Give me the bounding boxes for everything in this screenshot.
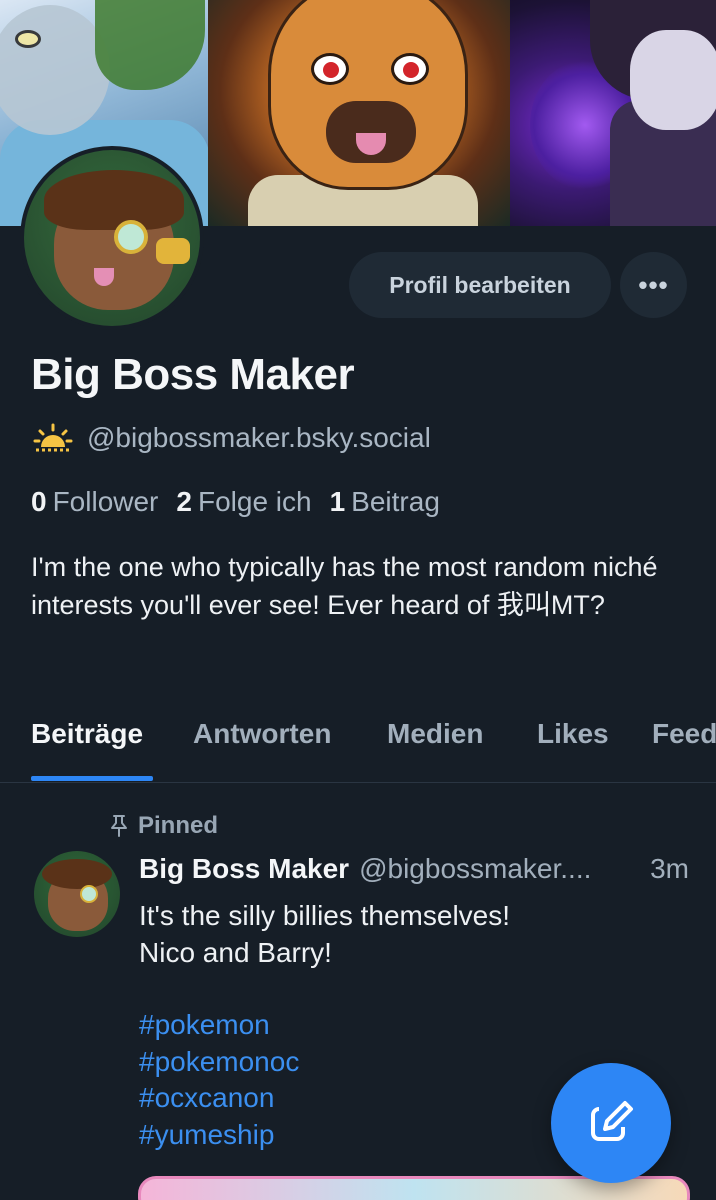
profile-avatar[interactable]: [20, 146, 204, 330]
profile-bio: I'm the one who typically has the most r…: [31, 552, 658, 620]
post-author-handle[interactable]: @bigbossmaker....: [359, 853, 591, 885]
pinned-text: Pinned: [138, 812, 219, 839]
tab-likes[interactable]: Likes: [537, 718, 609, 750]
pinned-label: Pinned: [108, 812, 218, 840]
posts-count: 1: [329, 486, 346, 517]
following-label: Folge ich: [197, 486, 312, 517]
followers-stat[interactable]: 0 Follower: [31, 486, 158, 518]
edit-profile-button[interactable]: Profil bearbeiten: [349, 252, 611, 318]
profile-stats: 0 Follower 2 Folge ich 1 Beitrag: [31, 486, 440, 518]
tab-replies[interactable]: Antworten: [193, 718, 331, 750]
hashtag-link[interactable]: #pokemon: [139, 1007, 679, 1044]
post-author-name[interactable]: Big Boss Maker: [139, 853, 349, 885]
post-line-2: Nico and Barry!: [139, 936, 332, 968]
banner-art-panel-3: [510, 0, 716, 226]
following-count: 2: [176, 486, 192, 517]
active-tab-indicator: [31, 776, 153, 781]
followers-count: 0: [31, 486, 47, 517]
profile-handle: @bigbossmaker.bsky.social: [87, 422, 431, 453]
posts-label: Beitrag: [351, 486, 440, 517]
tab-posts[interactable]: Beiträge: [31, 718, 143, 750]
post-author-avatar[interactable]: [34, 851, 120, 937]
following-stat[interactable]: 2 Folge ich: [176, 486, 311, 518]
compose-icon: [585, 1097, 637, 1149]
banner-art-panel-2: [208, 0, 510, 226]
sun-icon: [33, 423, 73, 453]
posts-stat: 1 Beitrag: [330, 486, 440, 518]
profile-tabs: Beiträge Antworten Medien Likes Feeds: [0, 712, 716, 783]
more-options-button[interactable]: •••: [620, 252, 687, 318]
post-timestamp[interactable]: 3m: [650, 853, 689, 885]
handle-row: @bigbossmaker.bsky.social: [33, 422, 431, 454]
more-dots-icon: •••: [638, 269, 669, 300]
compose-post-button[interactable]: [551, 1063, 671, 1183]
pin-icon: [108, 814, 130, 838]
followers-label: Follower: [52, 486, 159, 517]
profile-display-name: Big Boss Maker: [31, 350, 355, 399]
tab-media[interactable]: Medien: [387, 718, 483, 750]
tab-feeds[interactable]: Feeds: [652, 718, 716, 750]
post-header: Big Boss Maker @bigbossmaker.... 3m: [139, 853, 699, 885]
avatar: [24, 150, 200, 326]
post-line-1: It's the silly billies themselves!: [139, 900, 511, 931]
